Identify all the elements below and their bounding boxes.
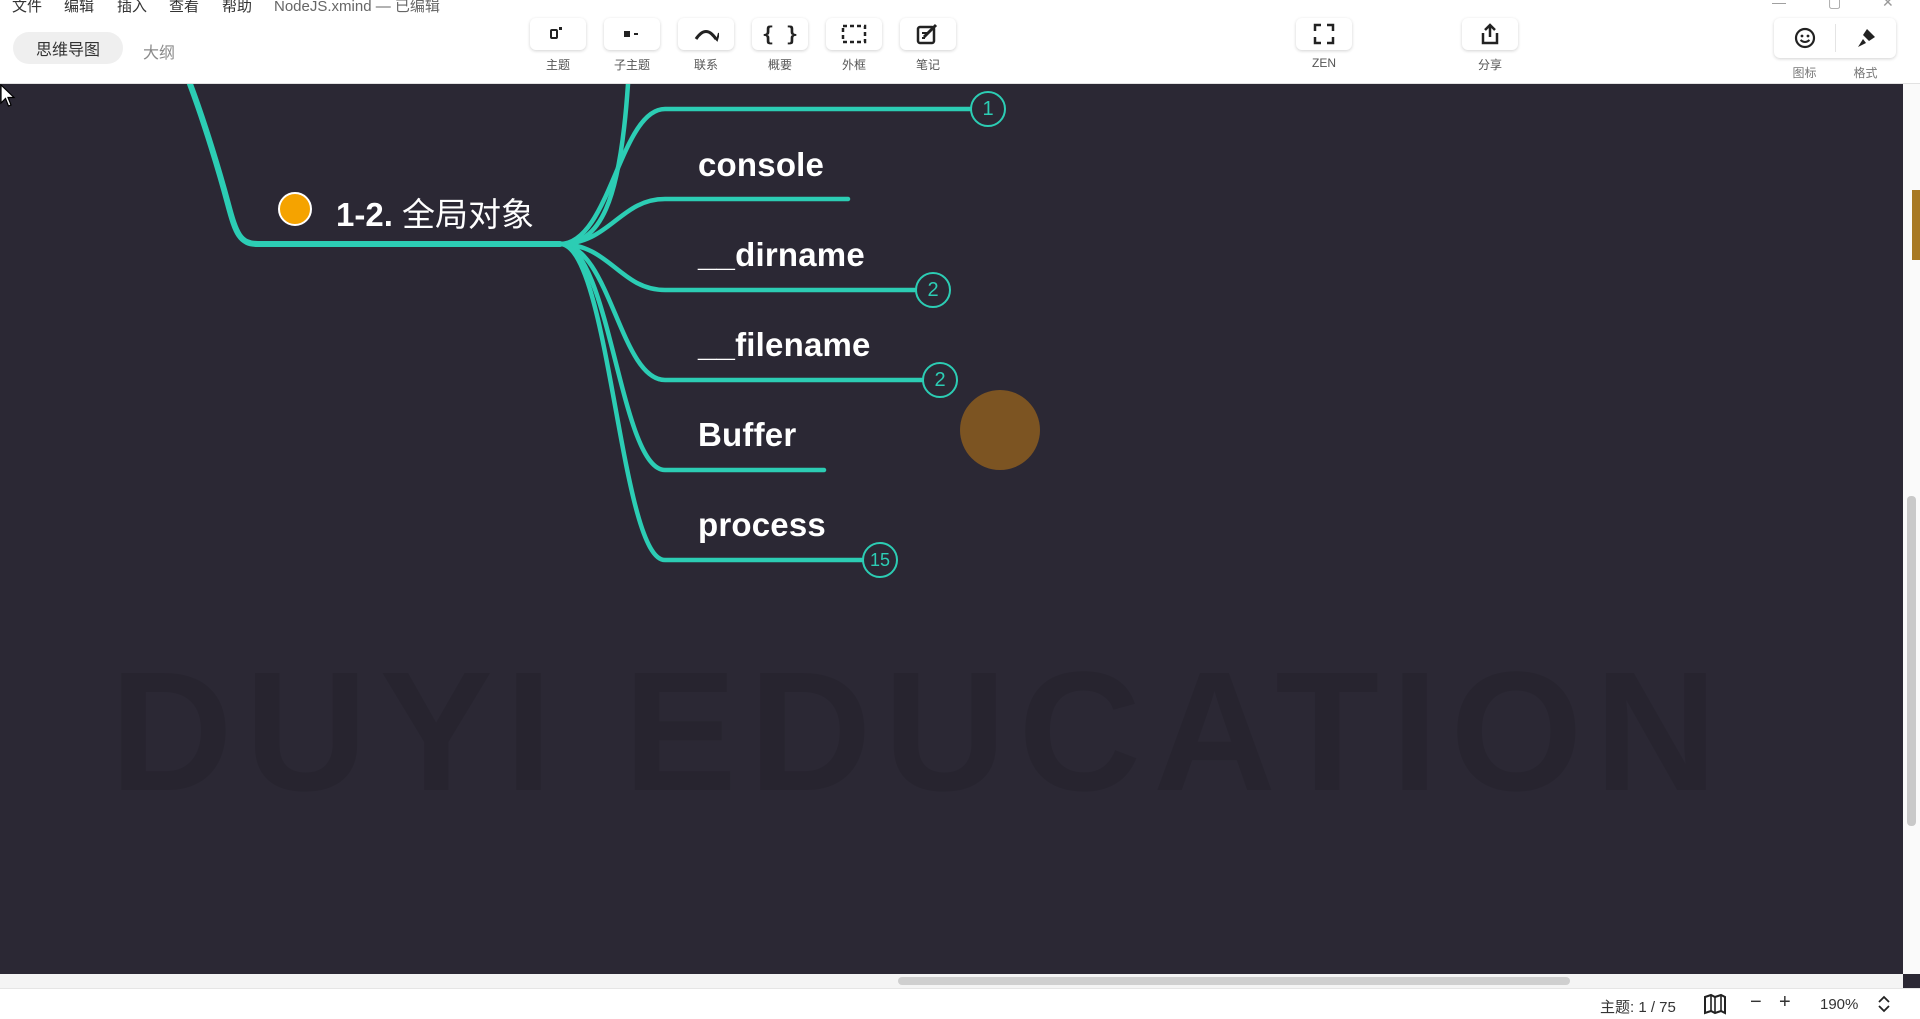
menu-file[interactable]: 文件 [12, 0, 42, 14]
zoom-out-button[interactable]: − [1750, 991, 1762, 1014]
icon-panel-label: 图标 [1792, 66, 1817, 80]
summary-icon: { } [761, 22, 799, 46]
summary-button[interactable]: { } 概要 [750, 18, 810, 76]
zoom-stepper-icon[interactable] [1878, 995, 1890, 1013]
menu-bar: 文件 编辑 插入 查看 帮助 NodeJS.xmind — 已编辑 — ▢ ✕ [0, 0, 1920, 14]
minimize-icon[interactable]: — [1772, 0, 1786, 10]
subtopic-console[interactable]: console [698, 146, 824, 184]
cursor-highlight [960, 390, 1040, 470]
zen-label: ZEN [1312, 56, 1336, 70]
subtopic-setimmediate[interactable]: setImmediate [698, 84, 911, 88]
emoji-icon [1794, 27, 1815, 49]
boundary-icon [841, 24, 867, 44]
icon-panel-button[interactable] [1774, 18, 1835, 58]
side-edge-tab [1912, 190, 1920, 260]
tab-mindmap[interactable]: 思维导图 [13, 32, 123, 64]
subtopic-filename[interactable]: __filename [698, 326, 871, 364]
horizontal-scroll-thumb[interactable] [898, 977, 1570, 985]
tab-outline[interactable]: 大纲 [143, 39, 175, 63]
notes-button[interactable]: 笔记 [898, 18, 958, 76]
map-book-icon[interactable] [1703, 993, 1727, 1015]
format-panel-label: 格式 [1853, 66, 1878, 80]
horizontal-scrollbar[interactable] [0, 974, 1903, 988]
subtopic-button[interactable]: 子主题 [602, 18, 662, 76]
side-panel-toggles: 图标 格式 [1774, 18, 1896, 80]
menu-help[interactable]: 帮助 [222, 0, 252, 14]
topic-icon [550, 27, 562, 39]
root-topic[interactable]: 1-2. 全局对象 [336, 188, 534, 236]
subtopic-icon [624, 31, 638, 37]
fullscreen-icon [1313, 23, 1335, 45]
summary-label: 概要 [767, 58, 792, 72]
notes-icon [916, 23, 938, 45]
close-icon[interactable]: ✕ [1882, 0, 1894, 11]
subtopic-dirname[interactable]: __dirname [698, 236, 865, 274]
subtopic-label: 子主题 [613, 58, 650, 72]
document-title: NodeJS.xmind — 已编辑 [274, 0, 440, 14]
notes-label: 笔记 [915, 58, 940, 72]
relationship-button[interactable]: 联系 [676, 18, 736, 76]
menu-edit[interactable]: 编辑 [64, 0, 94, 14]
topic-counter: 主题: 1 / 75 [1600, 999, 1676, 1016]
relationship-label: 联系 [693, 58, 718, 72]
collapse-badge-process[interactable]: 15 [862, 542, 898, 578]
zoom-level[interactable]: 190% [1820, 996, 1858, 1013]
menu-view[interactable]: 查看 [169, 0, 199, 14]
format-panel-button[interactable] [1835, 18, 1896, 58]
toolbar: 思维导图 大纲 主题 子主题 联系 { } 概要 外框 笔记 ZEN 分享 图标… [0, 14, 1920, 84]
share-button[interactable]: 分享 [1460, 18, 1520, 76]
mouse-cursor-icon [0, 84, 16, 107]
collapse-badge-dirname[interactable]: 2 [915, 272, 951, 308]
menu-insert[interactable]: 插入 [117, 0, 147, 14]
maximize-icon[interactable]: ▢ [1828, 0, 1841, 11]
boundary-label: 外框 [841, 58, 866, 72]
topic-button[interactable]: 主题 [528, 18, 588, 76]
zoom-in-button[interactable]: + [1779, 991, 1791, 1014]
collapse-badge-setimmediate[interactable]: 1 [970, 91, 1006, 127]
subtopic-buffer[interactable]: Buffer [698, 416, 796, 454]
subtopic-process[interactable]: process [698, 506, 826, 544]
brush-icon [1857, 29, 1875, 47]
priority-marker-icon [278, 192, 312, 226]
status-bar: 主题: 1 / 75 − + 190% [0, 988, 1920, 1019]
zen-button[interactable]: ZEN [1294, 18, 1354, 76]
share-icon [1481, 23, 1499, 45]
vertical-scroll-thumb[interactable] [1907, 496, 1916, 826]
mindmap-canvas[interactable]: DUYI EDUCATION setImmediate console __di… [0, 84, 1903, 974]
collapse-badge-filename[interactable]: 2 [922, 362, 958, 398]
share-label: 分享 [1477, 58, 1502, 72]
relationship-icon [694, 30, 719, 42]
boundary-button[interactable]: 外框 [824, 18, 884, 76]
topic-label: 主题 [545, 58, 570, 72]
